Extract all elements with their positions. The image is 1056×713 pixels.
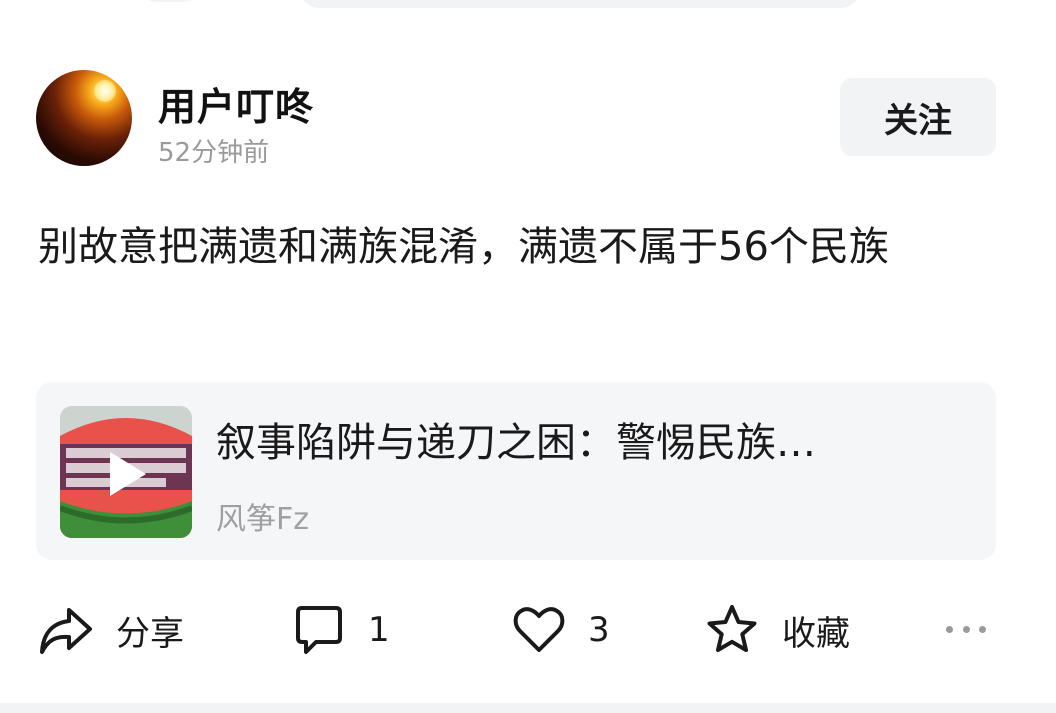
post-time: 52分钟前 <box>158 138 270 168</box>
favorite-label: 收藏 <box>782 613 850 654</box>
article-thumbnail[interactable] <box>60 406 192 538</box>
dot <box>979 625 986 633</box>
search-bar[interactable] <box>300 0 860 8</box>
dot <box>962 625 970 633</box>
article-source: 风筝Fz <box>216 502 310 537</box>
avatar-sun-glow <box>94 80 116 102</box>
avatar[interactable] <box>36 70 132 166</box>
comment-count: 1 <box>368 610 390 650</box>
comment-icon <box>296 606 342 654</box>
top-bar-element <box>140 0 200 2</box>
comment-button[interactable]: 1 <box>292 590 390 670</box>
heart-icon <box>513 607 565 652</box>
favorite-button[interactable]: 收藏 <box>704 590 850 670</box>
post-text[interactable]: 别故意把满遗和满族混淆，满遗不属于56个民族 <box>38 210 1028 285</box>
like-count: 3 <box>588 610 610 650</box>
dot <box>946 625 953 633</box>
author-name[interactable]: 用户叮咚 <box>158 76 314 131</box>
follow-button[interactable]: 关注 <box>840 78 996 156</box>
action-bar: 分享 1 3 收藏 <box>0 590 1056 670</box>
star-icon <box>707 605 757 652</box>
more-options-icon[interactable] <box>946 614 986 644</box>
share-icon <box>40 608 92 654</box>
like-button[interactable]: 3 <box>512 590 610 670</box>
bottom-divider <box>0 703 1056 713</box>
article-title: 叙事陷阱与递刀之困：警惕民族… <box>216 420 816 466</box>
share-button[interactable]: 分享 <box>38 590 184 670</box>
share-label: 分享 <box>116 613 184 654</box>
article-card[interactable]: 叙事陷阱与递刀之困：警惕民族… 风筝Fz <box>36 382 996 560</box>
watermelon-thumbnail-image <box>60 406 192 538</box>
